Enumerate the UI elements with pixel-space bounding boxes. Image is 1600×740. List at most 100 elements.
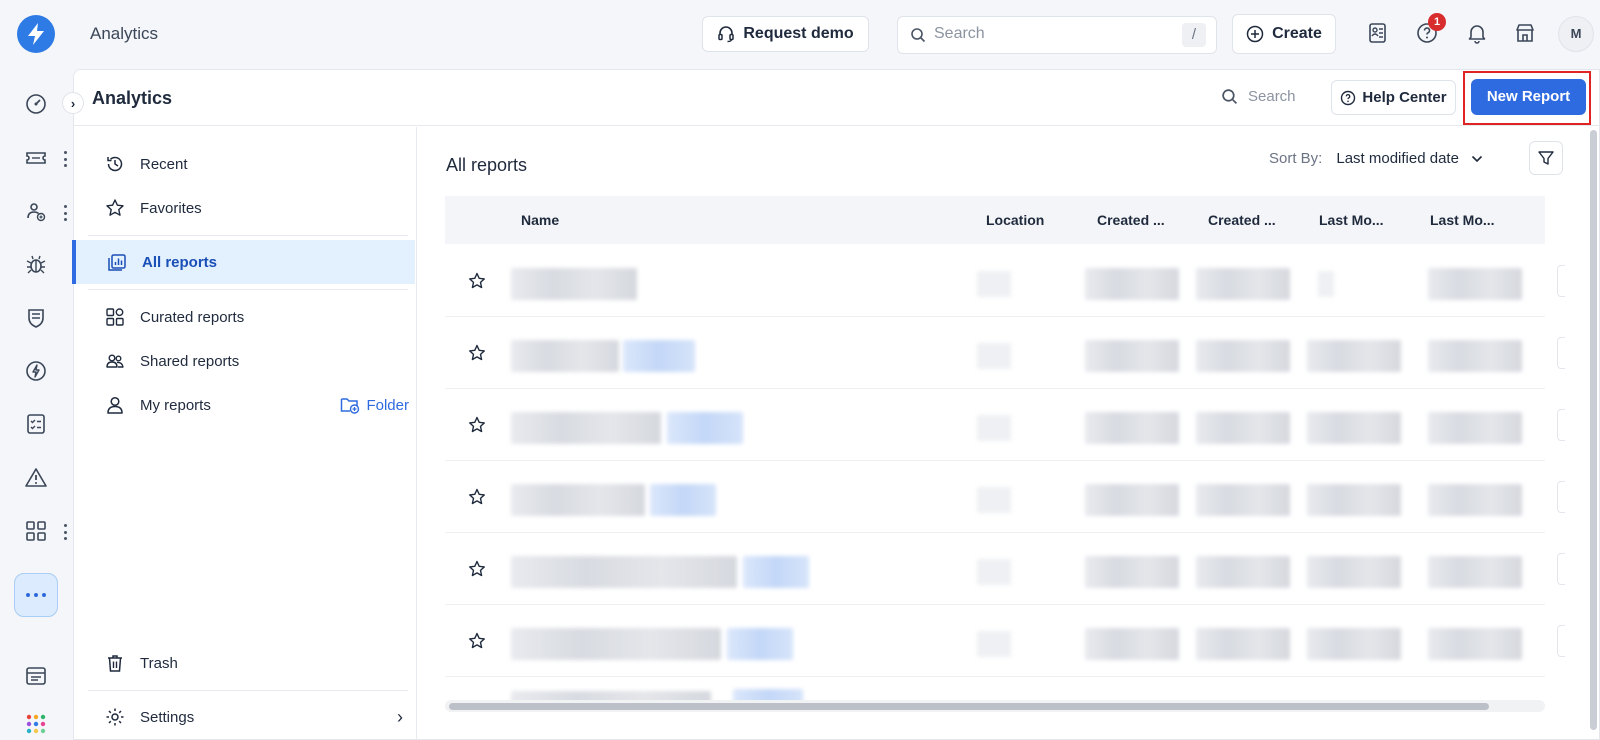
table-row[interactable] bbox=[445, 533, 1565, 605]
redacted-cell bbox=[1307, 556, 1401, 588]
alert-icon[interactable] bbox=[22, 464, 50, 492]
request-demo-button[interactable]: Request demo bbox=[702, 16, 869, 52]
chevron-down-icon bbox=[1471, 155, 1483, 162]
curated-grid-icon bbox=[104, 306, 126, 328]
nav-recent-label: Recent bbox=[140, 155, 188, 173]
expand-sidebar-button[interactable]: › bbox=[62, 92, 84, 114]
contacts-menu-dots[interactable] bbox=[62, 205, 68, 221]
vertical-scrollbar[interactable] bbox=[1588, 130, 1598, 735]
contacts-directory-icon[interactable] bbox=[1362, 18, 1392, 48]
help-circle-icon bbox=[1341, 90, 1356, 105]
sort-by-select[interactable]: Last modified date bbox=[1336, 150, 1483, 167]
nav-my-reports[interactable]: My reports Folder bbox=[74, 383, 417, 427]
column-header-created-by[interactable]: Created ... bbox=[1097, 212, 1165, 228]
marketplace-icon[interactable] bbox=[22, 710, 50, 738]
new-report-button[interactable]: New Report bbox=[1471, 79, 1586, 115]
table-row[interactable] bbox=[445, 605, 1565, 677]
column-header-created-on[interactable]: Created ... bbox=[1208, 212, 1276, 228]
row-actions[interactable] bbox=[1557, 481, 1565, 513]
nav-all-reports[interactable]: All reports bbox=[72, 240, 415, 284]
column-header-location[interactable]: Location bbox=[986, 212, 1044, 228]
global-search-input[interactable] bbox=[934, 25, 1164, 43]
nav-shared-reports-label: Shared reports bbox=[140, 352, 240, 370]
reports-chart-icon bbox=[106, 251, 128, 273]
sort-by-label: Sort By: bbox=[1269, 150, 1323, 167]
horizontal-scrollbar[interactable] bbox=[445, 700, 1545, 712]
row-actions[interactable] bbox=[1557, 553, 1565, 585]
global-search[interactable]: / bbox=[897, 16, 1217, 54]
search-icon bbox=[911, 28, 926, 43]
row-actions[interactable] bbox=[1557, 337, 1565, 369]
folder-add-icon bbox=[341, 398, 360, 414]
lightning-circle-icon[interactable] bbox=[22, 357, 50, 385]
add-folder-link[interactable]: Folder bbox=[340, 396, 409, 414]
help-center-button[interactable]: Help Center bbox=[1331, 80, 1456, 115]
redacted-cell bbox=[977, 631, 1011, 657]
column-header-last-modified-on[interactable]: Last Mo... bbox=[1430, 212, 1495, 228]
row-actions[interactable] bbox=[1557, 265, 1565, 297]
trash-icon bbox=[104, 652, 126, 674]
redacted-cell bbox=[1196, 628, 1290, 660]
column-header-last-modified-by[interactable]: Last Mo... bbox=[1319, 212, 1384, 228]
more-icon[interactable] bbox=[14, 573, 58, 617]
nav-trash[interactable]: Trash bbox=[74, 641, 417, 685]
redacted-cell bbox=[1428, 340, 1522, 372]
redacted-report-name bbox=[511, 484, 645, 516]
favorite-star-icon[interactable] bbox=[467, 415, 487, 435]
table-row[interactable] bbox=[445, 389, 1565, 461]
reports-search-label: Search bbox=[1248, 88, 1296, 105]
redacted-cell bbox=[1085, 340, 1179, 372]
row-actions[interactable] bbox=[1557, 409, 1565, 441]
redacted-cell bbox=[1085, 412, 1179, 444]
tickets-icon[interactable] bbox=[22, 144, 50, 172]
headset-icon bbox=[718, 26, 735, 43]
chevron-right-icon: › bbox=[70, 95, 76, 111]
redacted-cell bbox=[1085, 268, 1179, 300]
nav-settings-label: Settings bbox=[140, 708, 195, 726]
column-header-name[interactable]: Name bbox=[521, 212, 559, 228]
vertical-scroll-thumb[interactable] bbox=[1590, 130, 1597, 730]
nav-settings[interactable]: Settings › bbox=[74, 695, 417, 739]
favorite-star-icon[interactable] bbox=[467, 487, 487, 507]
bell-icon[interactable] bbox=[1462, 18, 1492, 48]
store-icon[interactable] bbox=[1510, 18, 1540, 48]
create-button[interactable]: Create bbox=[1232, 14, 1336, 54]
nav-shared-reports[interactable]: Shared reports bbox=[74, 339, 417, 383]
sort-by-control[interactable]: Sort By: Last modified date bbox=[1269, 150, 1483, 167]
dashboard-icon[interactable] bbox=[22, 90, 50, 118]
tickets-menu-dots[interactable] bbox=[62, 151, 68, 167]
nav-recent[interactable]: Recent bbox=[74, 142, 417, 186]
contacts-icon[interactable] bbox=[22, 198, 50, 226]
redacted-report-name bbox=[511, 340, 619, 372]
table-row[interactable] bbox=[445, 245, 1565, 317]
horizontal-scroll-thumb[interactable] bbox=[449, 703, 1489, 710]
user-avatar[interactable]: M bbox=[1558, 16, 1594, 52]
redacted-report-name bbox=[511, 412, 661, 444]
shield-icon[interactable] bbox=[22, 304, 50, 332]
history-icon bbox=[104, 153, 126, 175]
billing-icon[interactable] bbox=[22, 662, 50, 690]
table-row[interactable] bbox=[445, 461, 1565, 533]
table-row[interactable] bbox=[445, 677, 1545, 701]
favorite-star-icon[interactable] bbox=[467, 559, 487, 579]
apps-menu-dots[interactable] bbox=[62, 524, 68, 540]
redacted-cell bbox=[1307, 340, 1401, 372]
favorite-star-icon[interactable] bbox=[467, 271, 487, 291]
nav-my-reports-label: My reports bbox=[140, 396, 211, 414]
nav-divider bbox=[88, 690, 408, 691]
favorite-star-icon[interactable] bbox=[467, 343, 487, 363]
favorite-star-icon[interactable] bbox=[467, 631, 487, 651]
nav-favorites[interactable]: Favorites bbox=[74, 186, 417, 230]
app-logo[interactable] bbox=[17, 15, 55, 53]
bug-icon[interactable] bbox=[22, 251, 50, 279]
apps-grid-icon[interactable] bbox=[22, 517, 50, 545]
redacted-tag bbox=[667, 412, 743, 444]
redacted-cell bbox=[1307, 628, 1401, 660]
filter-button[interactable] bbox=[1529, 141, 1563, 175]
checklist-icon[interactable] bbox=[22, 410, 50, 438]
redacted-cell bbox=[1196, 412, 1290, 444]
table-row[interactable] bbox=[445, 317, 1565, 389]
reports-search[interactable]: Search bbox=[1221, 88, 1296, 105]
row-actions[interactable] bbox=[1557, 625, 1565, 657]
nav-curated-reports[interactable]: Curated reports bbox=[74, 295, 417, 339]
